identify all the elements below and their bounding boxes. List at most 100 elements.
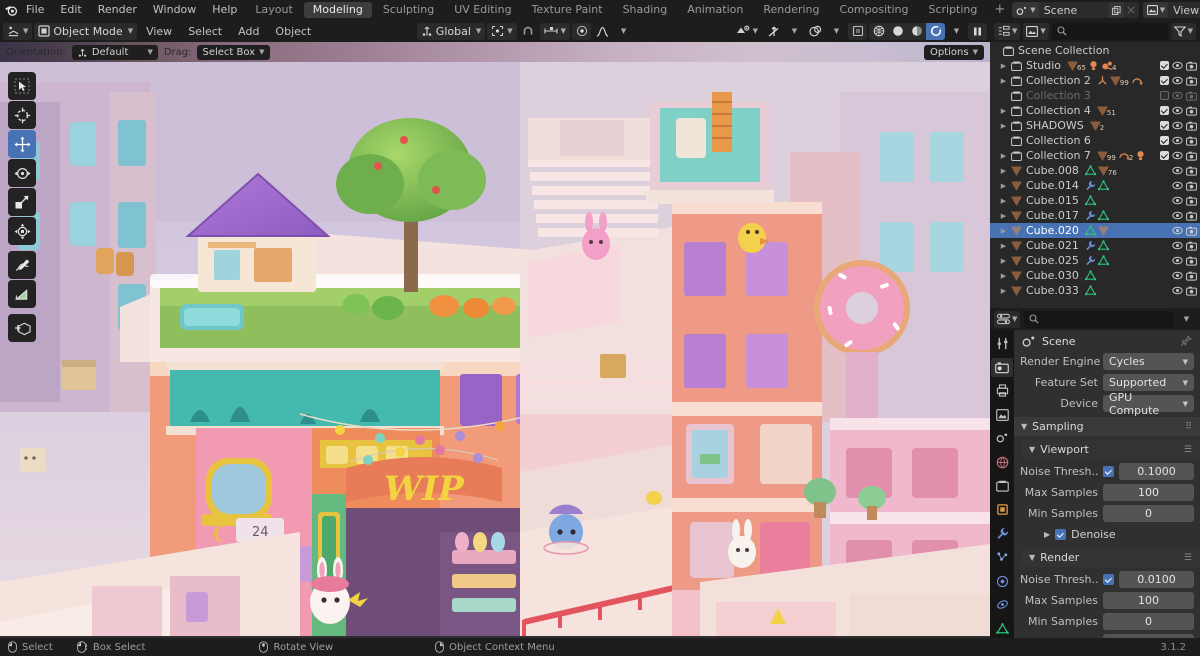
pin-icon[interactable] bbox=[1180, 335, 1192, 347]
workspace-tab-texture-paint[interactable]: Texture Paint bbox=[523, 2, 612, 18]
measure-tool-button[interactable] bbox=[8, 280, 36, 308]
viewport-menu-add[interactable]: Add bbox=[231, 23, 266, 40]
render-engine-dropdown[interactable]: Cycles ▼ bbox=[1103, 353, 1194, 370]
exclude-collection-checkbox[interactable] bbox=[1160, 121, 1169, 130]
preset-list-icon[interactable]: ☰ bbox=[1184, 445, 1193, 455]
disclosure-triangle-icon[interactable]: ▶ bbox=[998, 212, 1009, 220]
properties-tab-world[interactable] bbox=[991, 453, 1013, 472]
viewport-menu-view[interactable]: View bbox=[139, 23, 179, 40]
scene-new-icon[interactable] bbox=[1108, 2, 1124, 18]
exclude-collection-checkbox[interactable] bbox=[1160, 136, 1169, 145]
outliner-row-cube-021[interactable]: ▶ Cube.021 bbox=[990, 238, 1200, 253]
falloff-curve-icon[interactable] bbox=[593, 23, 612, 40]
editor-type-3dview-icon[interactable]: ▼ bbox=[3, 22, 33, 40]
outliner-search-input[interactable] bbox=[1051, 22, 1168, 40]
menu-file[interactable]: File bbox=[18, 0, 52, 20]
disclosure-triangle-icon[interactable]: ▶ bbox=[998, 272, 1009, 280]
disclosure-triangle-icon[interactable]: ▶ bbox=[998, 182, 1009, 190]
camera-render-toggle-icon[interactable] bbox=[1186, 76, 1197, 86]
render-noise-threshold-value[interactable]: 0.0100 bbox=[1119, 571, 1194, 588]
id-type-filter-icon[interactable]: ▼ bbox=[1023, 22, 1049, 40]
camera-render-toggle-icon[interactable] bbox=[1186, 226, 1197, 236]
disclosure-triangle-icon[interactable]: ▶ bbox=[998, 107, 1009, 115]
transform-orientation-dropdown[interactable]: Global ▼ bbox=[416, 22, 486, 40]
outliner-row-studio[interactable]: ▶ Studio 65 4 bbox=[990, 58, 1200, 73]
camera-render-toggle-icon[interactable] bbox=[1186, 211, 1197, 221]
feature-set-dropdown[interactable]: Supported ▼ bbox=[1103, 374, 1194, 391]
device-dropdown[interactable]: GPU Compute ▼ bbox=[1103, 391, 1194, 417]
overlays-icon[interactable] bbox=[806, 23, 825, 40]
camera-render-toggle-icon[interactable] bbox=[1186, 151, 1197, 161]
shading-material-preview-button[interactable] bbox=[907, 23, 926, 40]
disclosure-triangle-icon[interactable]: ▶ bbox=[998, 227, 1009, 235]
disclosure-triangle-icon[interactable]: ▶ bbox=[998, 287, 1009, 295]
shading-dropdown-caret[interactable]: ▼ bbox=[947, 23, 966, 40]
outliner-display-mode-icon[interactable]: ▼ bbox=[994, 22, 1021, 40]
workspace-tab-layout[interactable]: Layout bbox=[246, 2, 301, 18]
eye-icon[interactable] bbox=[1172, 256, 1183, 265]
disclosure-triangle-icon[interactable]: ▶ bbox=[998, 122, 1009, 130]
add-workspace-button[interactable]: + bbox=[987, 2, 1012, 18]
view-layer-name-field[interactable]: ViewLayer bbox=[1168, 4, 1200, 17]
exclude-collection-checkbox[interactable] bbox=[1160, 106, 1169, 115]
move-tool-button[interactable] bbox=[8, 130, 36, 158]
drag-dropdown[interactable]: Select Box ▼ bbox=[197, 44, 270, 60]
eye-icon[interactable] bbox=[1172, 181, 1183, 190]
cursor-tool-button[interactable] bbox=[8, 101, 36, 129]
disclosure-triangle-icon[interactable]: ▶ bbox=[998, 62, 1009, 70]
camera-render-toggle-icon[interactable] bbox=[1186, 286, 1197, 296]
disclosure-triangle-icon[interactable]: ▶ bbox=[998, 77, 1009, 85]
properties-tab-object[interactable] bbox=[991, 500, 1013, 519]
add-cube-tool-button[interactable] bbox=[8, 314, 36, 342]
pivot-point-dropdown[interactable]: ▼ bbox=[487, 22, 517, 40]
preset-list-icon[interactable]: ☰ bbox=[1184, 553, 1193, 563]
rendered-scene-image[interactable]: 24 WIP bbox=[0, 62, 990, 636]
camera-render-toggle-icon[interactable] bbox=[1186, 271, 1197, 281]
eye-icon[interactable] bbox=[1172, 211, 1183, 220]
interaction-mode-dropdown[interactable]: Object Mode ▼ bbox=[34, 22, 138, 40]
shading-mode-group[interactable] bbox=[869, 22, 945, 40]
viewport-noise-threshold-checkbox[interactable] bbox=[1103, 466, 1114, 477]
sampling-panel-header[interactable]: ▼ Sampling ⠿ bbox=[1014, 417, 1200, 436]
outliner-row-cube-008[interactable]: ▶ Cube.008 76 bbox=[990, 163, 1200, 178]
eye-icon[interactable] bbox=[1172, 106, 1183, 115]
workspace-tab-scripting[interactable]: Scripting bbox=[919, 2, 986, 18]
viewport-denoise-checkbox[interactable] bbox=[1055, 529, 1067, 540]
exclude-collection-checkbox[interactable] bbox=[1160, 91, 1169, 100]
workspace-tab-shading[interactable]: Shading bbox=[614, 2, 677, 18]
camera-render-toggle-icon[interactable] bbox=[1186, 196, 1197, 206]
outliner-row-collection-6[interactable]: Collection 6 bbox=[990, 133, 1200, 148]
outliner-row-cube-015[interactable]: ▶ Cube.015 bbox=[990, 193, 1200, 208]
eye-icon[interactable] bbox=[1172, 76, 1183, 85]
editor-type-properties-icon[interactable]: ▼ bbox=[994, 310, 1021, 328]
viewport-menu-select[interactable]: Select bbox=[181, 23, 229, 40]
workspace-tab-sculpting[interactable]: Sculpting bbox=[374, 2, 443, 18]
render-noise-threshold-checkbox[interactable] bbox=[1103, 574, 1114, 585]
properties-tab-particles[interactable] bbox=[991, 548, 1013, 567]
eye-icon[interactable] bbox=[1172, 226, 1183, 235]
view-layer-browse-icon[interactable]: ▼ bbox=[1142, 2, 1169, 18]
shading-wireframe-button[interactable] bbox=[869, 23, 888, 40]
menu-help[interactable]: Help bbox=[204, 0, 245, 20]
viewport-noise-threshold-value[interactable]: 0.1000 bbox=[1119, 463, 1194, 480]
properties-tab-tool[interactable] bbox=[991, 334, 1013, 353]
eye-icon[interactable] bbox=[1172, 151, 1183, 160]
xray-icon[interactable] bbox=[848, 22, 867, 40]
shading-rendered-button[interactable] bbox=[926, 22, 945, 40]
workspace-tab-modeling[interactable]: Modeling bbox=[303, 2, 372, 18]
menu-render[interactable]: Render bbox=[90, 0, 145, 20]
exclude-collection-checkbox[interactable] bbox=[1160, 61, 1169, 70]
properties-tab-modifier[interactable] bbox=[991, 524, 1013, 543]
outliner-row-collection-3[interactable]: Collection 3 bbox=[990, 88, 1200, 103]
disclosure-triangle-icon[interactable]: ▶ bbox=[998, 152, 1009, 160]
scene-name-field[interactable]: Scene bbox=[1039, 4, 1109, 17]
proportional-edit-icon[interactable] bbox=[572, 22, 592, 40]
properties-tab-data[interactable] bbox=[991, 619, 1013, 638]
eye-icon[interactable] bbox=[1172, 271, 1183, 280]
properties-tab-constraints[interactable] bbox=[991, 595, 1013, 614]
scale-tool-button[interactable] bbox=[8, 188, 36, 216]
overlays-dropdown-caret[interactable]: ▼ bbox=[827, 23, 846, 40]
viewport-min-samples-value[interactable]: 0 bbox=[1103, 505, 1194, 522]
properties-tab-output[interactable] bbox=[991, 382, 1013, 401]
annotate-tool-button[interactable] bbox=[8, 251, 36, 279]
